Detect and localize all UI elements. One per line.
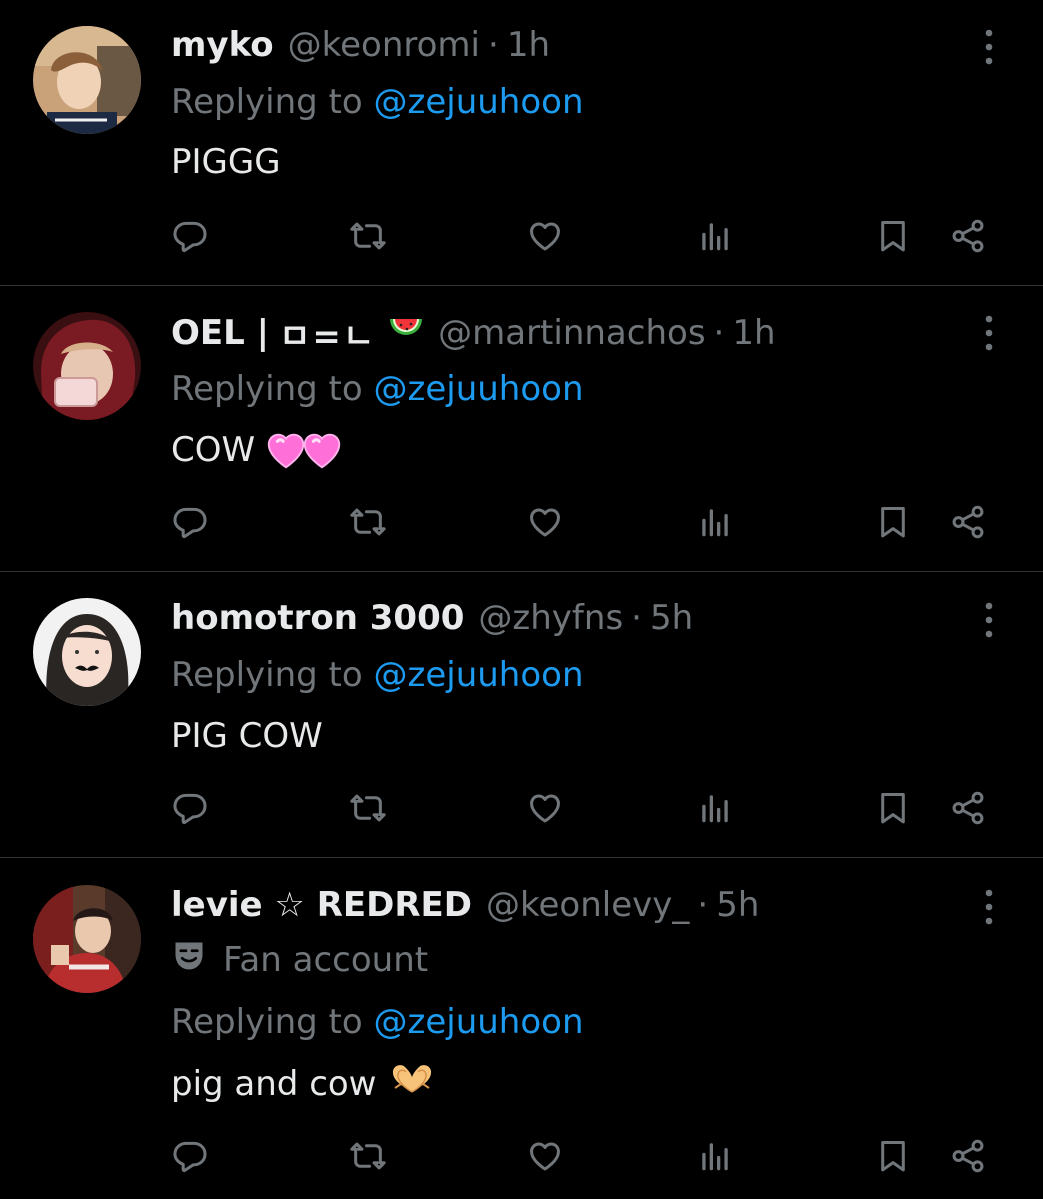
reply-text-content: pig and cow	[171, 1064, 377, 1104]
reply-header: OEL | ㅁ=ㄴ @martinnachos · 1h	[171, 309, 776, 358]
user-handle[interactable]: @martinnachos	[438, 313, 705, 353]
heart-hands-emoji	[389, 1062, 435, 1107]
display-name[interactable]: levie ☆ REDRED	[171, 885, 472, 925]
reply-icon[interactable]	[165, 783, 215, 833]
replying-to: Replying to @zejuuhoon	[171, 367, 584, 411]
display-name[interactable]: homotron 3000	[171, 598, 464, 638]
bookmark-icon[interactable]	[868, 211, 918, 261]
action-bar	[0, 211, 1043, 261]
reply-header: myko @keonromi · 1h	[171, 23, 550, 67]
replying-label: Replying to	[171, 82, 363, 122]
reply-item[interactable]: levie ☆ REDRED @keonlevy_ · 5h Fan accou…	[0, 858, 1043, 1199]
action-bar	[0, 1131, 1043, 1181]
more-options-icon[interactable]	[972, 311, 1006, 355]
timestamp[interactable]: 1h	[507, 25, 550, 65]
replying-to: Replying to @zejuuhoon	[171, 1000, 584, 1044]
reply-text: PIG COW	[171, 714, 323, 758]
reply-icon[interactable]	[165, 497, 215, 547]
like-icon[interactable]	[520, 783, 570, 833]
timestamp[interactable]: 5h	[716, 885, 759, 925]
like-icon[interactable]	[520, 211, 570, 261]
replying-label: Replying to	[171, 655, 363, 695]
display-name[interactable]: myko	[171, 25, 274, 65]
share-icon[interactable]	[943, 497, 993, 547]
reply-item[interactable]: myko @keonromi · 1h Replying to @zejuuho…	[0, 0, 1043, 286]
action-bar	[0, 783, 1043, 833]
display-name[interactable]: OEL | ㅁ=ㄴ	[171, 309, 424, 358]
reply-item[interactable]: OEL | ㅁ=ㄴ @martinnachos · 1h Replying to…	[0, 286, 1043, 572]
bookmark-icon[interactable]	[868, 1131, 918, 1181]
repost-icon[interactable]	[343, 211, 393, 261]
avatar[interactable]	[33, 312, 141, 420]
two-pink-hearts-emoji	[261, 427, 347, 473]
separator: ·	[488, 25, 499, 65]
views-icon[interactable]	[690, 497, 740, 547]
fan-account-label: Fan account	[223, 940, 429, 980]
action-bar	[0, 497, 1043, 547]
views-icon[interactable]	[690, 1131, 740, 1181]
display-name-symbols: ㅁ=ㄴ	[279, 316, 377, 357]
repost-icon[interactable]	[343, 783, 393, 833]
reply-text-content: PIG COW	[171, 716, 323, 756]
reply-icon[interactable]	[165, 211, 215, 261]
avatar[interactable]	[33, 26, 141, 134]
repost-icon[interactable]	[343, 1131, 393, 1181]
fan-account-badge: Fan account	[171, 938, 428, 982]
share-icon[interactable]	[943, 783, 993, 833]
display-name-text: OEL |	[171, 313, 270, 353]
separator: ·	[697, 885, 709, 925]
reply-text: PIGGG	[171, 140, 281, 184]
reply-header: levie ☆ REDRED @keonlevy_ · 5h	[171, 883, 759, 927]
watermelon-emoji	[388, 313, 424, 354]
views-icon[interactable]	[690, 783, 740, 833]
timestamp[interactable]: 5h	[650, 598, 693, 638]
bookmark-icon[interactable]	[868, 497, 918, 547]
reply-item[interactable]: homotron 3000 @zhyfns · 5h Replying to @…	[0, 572, 1043, 858]
replying-label: Replying to	[171, 369, 363, 409]
user-handle[interactable]: @keonlevy_	[486, 885, 689, 925]
replying-to: Replying to @zejuuhoon	[171, 653, 584, 697]
more-options-icon[interactable]	[972, 598, 1006, 642]
separator: ·	[631, 598, 642, 638]
bookmark-icon[interactable]	[868, 783, 918, 833]
like-icon[interactable]	[520, 1131, 570, 1181]
user-handle[interactable]: @keonromi	[288, 25, 480, 65]
avatar[interactable]	[33, 598, 141, 706]
mention-link[interactable]: @zejuuhoon	[374, 1002, 584, 1042]
more-options-icon[interactable]	[972, 25, 1006, 69]
user-handle[interactable]: @zhyfns	[478, 598, 623, 638]
repost-icon[interactable]	[343, 497, 393, 547]
views-icon[interactable]	[690, 211, 740, 261]
more-options-icon[interactable]	[972, 885, 1006, 929]
mention-link[interactable]: @zejuuhoon	[374, 655, 584, 695]
reply-text-content: PIGGG	[171, 142, 281, 182]
replying-label: Replying to	[171, 1002, 363, 1042]
mention-link[interactable]: @zejuuhoon	[374, 82, 584, 122]
share-icon[interactable]	[943, 1131, 993, 1181]
timestamp[interactable]: 1h	[732, 313, 775, 353]
avatar[interactable]	[33, 885, 141, 993]
replying-to: Replying to @zejuuhoon	[171, 80, 584, 124]
reply-text-content: COW	[171, 430, 256, 470]
share-icon[interactable]	[943, 211, 993, 261]
reply-header: homotron 3000 @zhyfns · 5h	[171, 596, 693, 640]
like-icon[interactable]	[520, 497, 570, 547]
mention-link[interactable]: @zejuuhoon	[374, 369, 584, 409]
separator: ·	[713, 313, 725, 353]
reply-icon[interactable]	[165, 1131, 215, 1181]
reply-text: COW	[171, 428, 347, 472]
theater-masks-icon	[171, 938, 207, 983]
reply-text: pig and cow	[171, 1062, 435, 1106]
